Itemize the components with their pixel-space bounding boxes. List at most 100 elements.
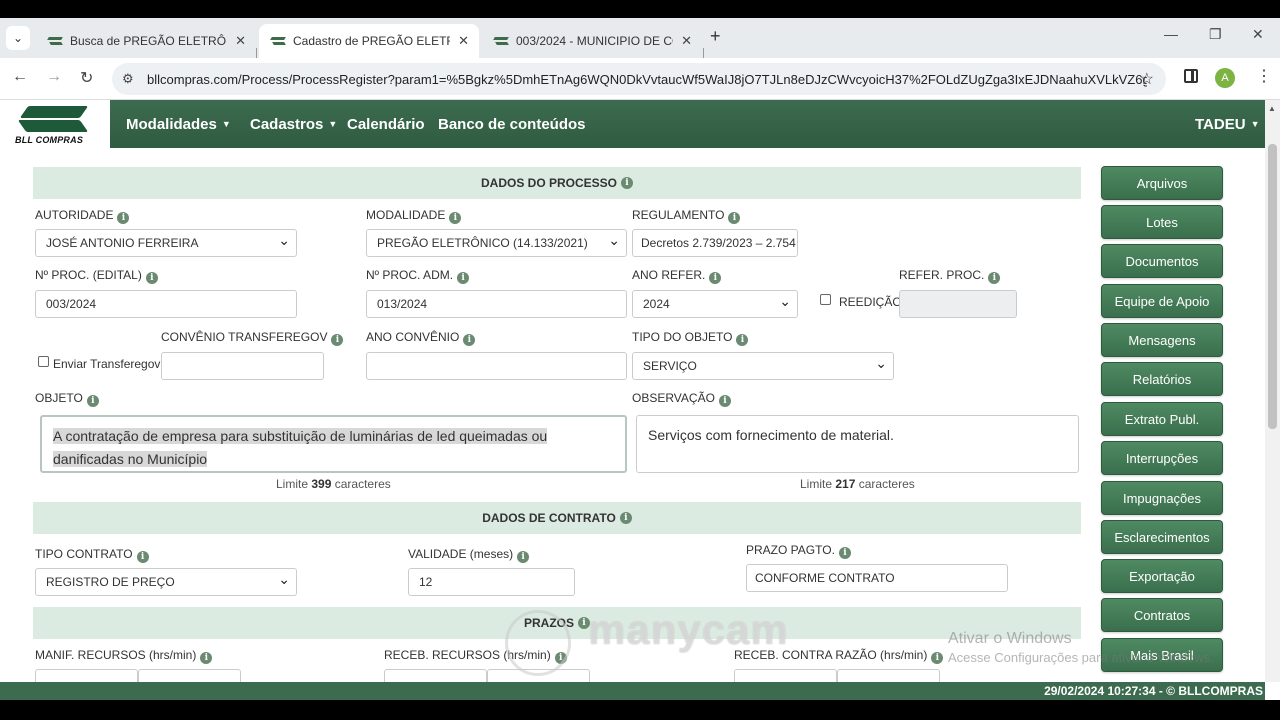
- tipo-contrato-select[interactable]: REGISTRO DE PREÇO: [35, 568, 297, 596]
- info-icon[interactable]: i: [117, 212, 130, 224]
- avatar[interactable]: A: [1215, 68, 1235, 88]
- new-tab-icon[interactable]: +: [710, 26, 721, 47]
- logo-text: BLL COMPRAS: [15, 135, 84, 145]
- info-icon[interactable]: i: [200, 652, 213, 664]
- activate-windows-notice: Ativar o Windows Acesse Configurações pa…: [948, 630, 1214, 665]
- enviar-transferegov-checkbox[interactable]: [38, 356, 49, 367]
- footer-timestamp: 29/02/2024 10:27:34 - © BLLCOMPRAS: [1044, 684, 1263, 698]
- observacao-limit: Limite 217 caracteres: [800, 477, 915, 491]
- section-title: DADOS DO PROCESSO: [480, 176, 618, 190]
- info-icon[interactable]: i: [838, 547, 851, 559]
- exportacao-button[interactable]: Exportação: [1101, 559, 1223, 593]
- info-icon[interactable]: i: [988, 272, 1001, 284]
- bll-logo[interactable]: BLL COMPRAS: [0, 100, 110, 148]
- info-icon[interactable]: i: [145, 272, 158, 284]
- relatorios-button[interactable]: Relatórios: [1101, 362, 1223, 396]
- impugnacoes-button[interactable]: Impugnações: [1101, 481, 1223, 515]
- proc-adm-field[interactable]: 013/2024: [366, 290, 627, 318]
- autoridade-select[interactable]: JOSÉ ANTONIO FERREIRA: [35, 229, 297, 257]
- equipe-apoio-button[interactable]: Equipe de Apoio: [1101, 284, 1223, 318]
- window-close-icon[interactable]: ✕: [1252, 26, 1264, 43]
- scroll-up-icon[interactable]: ▲: [1268, 104, 1276, 113]
- section-dados-processo: DADOS DO PROCESSO i: [33, 167, 1081, 199]
- side-panel-icon[interactable]: [1184, 69, 1198, 83]
- info-icon[interactable]: i: [136, 551, 149, 563]
- objeto-limit: Limite 399 caracteres: [276, 477, 391, 491]
- tab-search-chevron-icon[interactable]: ⌄: [6, 26, 30, 50]
- mensagens-button[interactable]: Mensagens: [1101, 323, 1223, 357]
- app-header: BLL COMPRAS Modalidades ▼ Cadastros ▼ Cale…: [0, 100, 1265, 148]
- manif-recursos-label: MANIF. RECURSOS (hrs/min) i: [35, 648, 213, 664]
- forward-arrow-icon[interactable]: →: [46, 68, 62, 86]
- validade-field[interactable]: 12: [408, 568, 575, 596]
- refer-proc-field[interactable]: [899, 290, 1017, 318]
- menu-banco-conteudos[interactable]: Banco de conteúdos: [438, 116, 586, 133]
- bll-favicon-icon: [271, 37, 285, 45]
- main-menu: Modalidades ▼ Cadastros ▼ Calendário Banco…: [110, 100, 1265, 148]
- minimize-icon[interactable]: —: [1164, 26, 1178, 42]
- regulamento-field[interactable]: Decretos 2.739/2023 – 2.754: [632, 229, 798, 257]
- contratos-button[interactable]: Contratos: [1101, 598, 1223, 632]
- tab-busca[interactable]: Busca de PREGÃO ELETRÔNICO ✕: [36, 24, 256, 58]
- interrupcoes-button[interactable]: Interrupções: [1101, 441, 1223, 475]
- info-icon[interactable]: i: [457, 272, 470, 284]
- menu-modalidades[interactable]: Modalidades ▼: [126, 116, 231, 133]
- objeto-textarea[interactable]: A contratação de empresa para substituiç…: [40, 415, 627, 473]
- info-icon[interactable]: i: [728, 212, 741, 224]
- info-icon[interactable]: i: [517, 551, 530, 563]
- menu-cadastros[interactable]: Cadastros ▼: [250, 116, 337, 133]
- info-icon[interactable]: i: [331, 334, 344, 346]
- page-scrollbar[interactable]: ▲: [1265, 100, 1280, 682]
- address-bar[interactable]: ⚙ bllcompras.com/Process/ProcessRegister…: [112, 63, 1166, 95]
- tab-cadastro[interactable]: Cadastro de PREGÃO ELETRÔNICO ✕: [259, 24, 479, 58]
- info-icon[interactable]: i: [736, 334, 749, 346]
- info-icon[interactable]: i: [718, 395, 731, 407]
- convenio-transferegov-label: CONVÊNIO TRANSFEREGOV i: [161, 330, 344, 346]
- manycam-watermark: manycam: [588, 606, 789, 653]
- restore-icon[interactable]: ❐: [1209, 26, 1222, 43]
- ano-refer-select[interactable]: 2024: [632, 290, 798, 318]
- info-icon[interactable]: i: [463, 334, 476, 346]
- menu-calendario[interactable]: Calendário: [347, 116, 425, 133]
- info-icon[interactable]: i: [86, 395, 99, 407]
- browser-tab-bar: ⌄ Busca de PREGÃO ELETRÔNICO ✕ Cadastro …: [0, 18, 1280, 62]
- info-icon[interactable]: i: [449, 212, 462, 224]
- close-icon[interactable]: ✕: [458, 33, 469, 49]
- bll-favicon-icon: [494, 37, 508, 45]
- caret-down-icon: ▼: [221, 119, 231, 129]
- modalidade-label: MODALIDADE i: [366, 208, 462, 224]
- menu-label: Modalidades: [126, 116, 217, 133]
- more-menu-icon[interactable]: ⋮: [1256, 66, 1272, 86]
- back-arrow-icon[interactable]: ←: [12, 68, 28, 86]
- observacao-textarea[interactable]: Serviços com fornecimento de material.: [636, 415, 1079, 473]
- convenio-transferegov-field[interactable]: [161, 352, 324, 380]
- scrollbar-thumb[interactable]: [1268, 144, 1277, 429]
- url-text[interactable]: bllcompras.com/Process/ProcessRegister?p…: [147, 72, 1147, 87]
- close-icon[interactable]: ✕: [235, 33, 246, 49]
- bookmark-star-icon[interactable]: ☆: [1140, 69, 1154, 89]
- user-menu[interactable]: TADEU ▼: [1195, 116, 1259, 133]
- close-icon[interactable]: ✕: [681, 33, 692, 49]
- info-icon[interactable]: i: [621, 177, 634, 189]
- arquivos-button[interactable]: Arquivos: [1101, 166, 1223, 200]
- lotes-button[interactable]: Lotes: [1101, 205, 1223, 239]
- extrato-publ-button[interactable]: Extrato Publ.: [1101, 402, 1223, 436]
- prazo-pagto-field[interactable]: CONFORME CONTRATO: [746, 564, 1008, 592]
- reedicao-checkbox[interactable]: [820, 294, 831, 305]
- tab-processo[interactable]: 003/2024 - MUNICIPIO DE CON ✕: [482, 24, 702, 58]
- reload-icon[interactable]: ↻: [80, 68, 93, 88]
- documentos-button[interactable]: Documentos: [1101, 244, 1223, 278]
- site-settings-icon[interactable]: ⚙: [122, 71, 134, 87]
- info-icon[interactable]: i: [709, 272, 722, 284]
- info-icon[interactable]: i: [931, 652, 944, 664]
- tipo-objeto-select[interactable]: SERVIÇO: [632, 352, 894, 380]
- bll-favicon-icon: [48, 37, 62, 45]
- menu-label: Calendário: [347, 116, 425, 133]
- section-title: DADOS DE CONTRATO: [482, 511, 616, 525]
- info-icon[interactable]: i: [619, 512, 632, 524]
- esclarecimentos-button[interactable]: Esclarecimentos: [1101, 520, 1223, 554]
- proc-edital-field[interactable]: 003/2024: [35, 290, 297, 318]
- ano-convenio-field[interactable]: [366, 352, 627, 380]
- menu-label: Banco de conteúdos: [438, 116, 586, 133]
- modalidade-select[interactable]: PREGÃO ELETRÔNICO (14.133/2021): [366, 229, 627, 257]
